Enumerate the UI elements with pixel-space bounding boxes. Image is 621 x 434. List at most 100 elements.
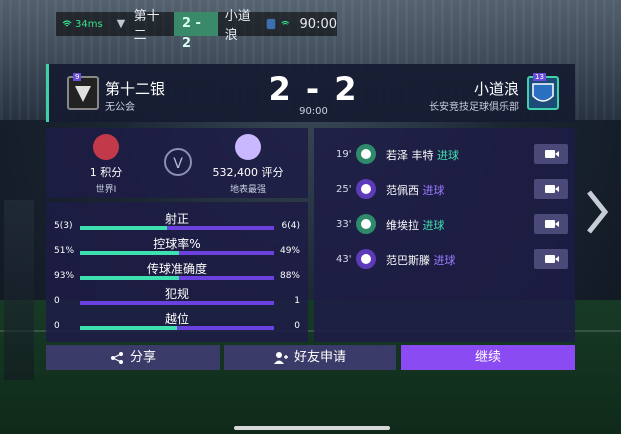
- share-button[interactable]: 分享: [46, 345, 220, 370]
- away-club-icon: [266, 18, 276, 30]
- top-scoreboard: 34ms 第十二 2 - 2 小道浪 90:00: [56, 9, 337, 51]
- home-indicator: [234, 426, 390, 430]
- stat-away-value: 1: [294, 296, 300, 306]
- event-player-name: 维埃拉: [386, 219, 419, 232]
- stat-name: 射正: [164, 212, 189, 226]
- stat-away-value: 88%: [279, 271, 300, 281]
- goal-ball-icon: [356, 214, 376, 234]
- stat-name: 控球率%: [153, 237, 201, 251]
- event-player-name: 范巴斯滕: [386, 254, 430, 267]
- home-rating: 1 积分 世界I: [56, 134, 156, 195]
- add-friend-icon: [273, 351, 288, 364]
- stat-home-value: 51%: [54, 246, 75, 256]
- goal-ball-icon: [356, 144, 376, 164]
- event-player-name: 若泽 丰特: [386, 149, 434, 162]
- top-time: 90:00: [299, 16, 337, 32]
- stat-name: 犯规: [164, 287, 189, 301]
- event-player: 范佩西 进球: [386, 182, 445, 198]
- ad-board-left: [4, 200, 34, 380]
- home-rank-label: 世界I: [95, 185, 117, 195]
- stat-home-value: 93%: [54, 271, 75, 281]
- away-team-name: 小道浪: [473, 80, 519, 98]
- camera-icon: [545, 255, 555, 263]
- stat-bar: [80, 326, 274, 330]
- match-header: 9 第十二银 无公会 2 - 2 90:00 小道浪 长安竞技足球俱乐部 13: [46, 64, 575, 122]
- share-label: 分享: [129, 350, 156, 365]
- signal-icon: [281, 20, 290, 25]
- top-home-name: 第十二: [133, 9, 160, 43]
- home-points: 1 积分: [89, 166, 123, 179]
- ping-value: 34ms: [75, 18, 103, 30]
- event-minute: 19': [336, 149, 352, 160]
- away-rating: 532,400 评分 地表最强: [198, 134, 298, 195]
- replay-camera-button[interactable]: [534, 144, 568, 164]
- stat-bar-home-fill: [80, 326, 177, 330]
- away-rank-icon: [235, 134, 261, 160]
- stat-bar: [80, 301, 274, 305]
- event-type: 进球: [437, 149, 459, 162]
- top-score: 2 - 2: [173, 12, 218, 51]
- next-arrow-icon[interactable]: [583, 188, 611, 236]
- stat-home-value: 5(3): [54, 221, 73, 231]
- ping-indicator: 34ms: [62, 19, 103, 30]
- home-club-icon: [116, 19, 125, 29]
- event-row: 43' 范巴斯滕 进球: [314, 247, 575, 273]
- match-stats: 射正 5(3) 6(4) 控球率% 51% 49% 传球准确度 93% 88% 犯规 0 1 越位 0 0: [46, 202, 308, 342]
- goal-ball-icon: [356, 249, 376, 269]
- event-minute: 43': [336, 254, 352, 265]
- event-minute: 25': [336, 184, 352, 195]
- continue-button[interactable]: 继续: [401, 345, 575, 370]
- camera-icon: [545, 185, 555, 193]
- stat-bar: [80, 276, 274, 280]
- stat-home-value: 0: [54, 321, 60, 331]
- versus-icon: V: [164, 148, 192, 176]
- stat-bar-home-fill: [80, 226, 168, 230]
- stat-bar-home-fill: [80, 276, 179, 280]
- match-events: 19' 若泽 丰特 进球 25' 范佩西 进球 33' 维埃拉 进球 43' 范巴斯滕 进球: [314, 128, 575, 342]
- replay-camera-button[interactable]: [534, 214, 568, 234]
- stat-row: 传球准确度 93% 88%: [46, 260, 308, 286]
- replay-camera-button[interactable]: [534, 249, 568, 269]
- share-icon: [110, 351, 123, 364]
- event-type: 进球: [422, 184, 445, 197]
- stat-name: 越位: [164, 312, 189, 326]
- stat-away-value: 0: [294, 321, 300, 331]
- event-player: 范巴斯滕 进球: [386, 252, 456, 268]
- away-points: 532,400 评分: [212, 166, 284, 179]
- event-row: 33' 维埃拉 进球: [314, 212, 575, 238]
- stat-row: 越位 0 0: [46, 310, 308, 336]
- event-type: 进球: [422, 219, 445, 232]
- stat-home-value: 0: [54, 296, 60, 306]
- away-rank-label: 地表最强: [229, 185, 266, 195]
- camera-icon: [545, 220, 555, 228]
- event-row: 19' 若泽 丰特 进球: [314, 142, 575, 168]
- stat-row: 射正 5(3) 6(4): [46, 210, 308, 236]
- event-player: 维埃拉 进球: [386, 217, 445, 233]
- continue-label: 继续: [474, 350, 501, 365]
- stat-bar: [80, 226, 274, 230]
- home-rank-icon: [93, 134, 119, 160]
- event-row: 25' 范佩西 进球: [314, 177, 575, 203]
- goal-ball-icon: [356, 179, 376, 199]
- event-player-name: 范佩西: [386, 184, 419, 197]
- away-club: 长安竞技足球俱乐部: [429, 102, 519, 113]
- event-minute: 33': [336, 219, 352, 230]
- event-type: 进球: [433, 254, 456, 267]
- replay-camera-button[interactable]: [534, 179, 568, 199]
- stat-away-value: 49%: [279, 246, 300, 256]
- away-crest: 13: [527, 73, 559, 110]
- away-crest-icon: [532, 83, 554, 102]
- event-player: 若泽 丰特 进球: [386, 147, 459, 163]
- stat-row: 控球率% 51% 49%: [46, 235, 308, 261]
- friend-request-button[interactable]: 好友申请: [224, 345, 396, 370]
- stat-bar: [80, 251, 274, 255]
- stat-name: 传球准确度: [146, 262, 207, 276]
- friend-request-label: 好友申请: [293, 350, 346, 365]
- stat-away-value: 6(4): [281, 221, 300, 231]
- camera-icon: [545, 150, 555, 158]
- away-badge-level: 13: [533, 73, 546, 81]
- rating-box: 1 积分 世界I V 532,400 评分 地表最强: [46, 128, 308, 198]
- stat-bar-home-fill: [80, 251, 179, 255]
- wifi-icon: [62, 20, 72, 27]
- top-away-name: 小道浪: [224, 9, 251, 43]
